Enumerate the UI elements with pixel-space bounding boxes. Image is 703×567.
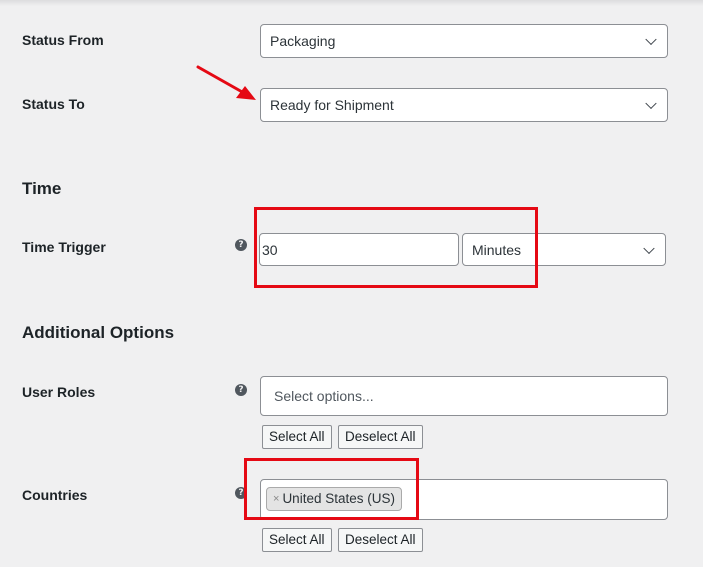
user-roles-deselect-all-button[interactable]: Deselect All	[338, 425, 423, 449]
user-roles-placeholder: Select options...	[274, 388, 374, 404]
help-icon[interactable]: ?	[235, 384, 247, 396]
additional-options-title: Additional Options	[22, 323, 175, 342]
annotation-box-countries	[244, 458, 419, 520]
time-section-title: Time	[22, 179, 62, 198]
countries-select-all-button[interactable]: Select All	[262, 528, 332, 552]
chevron-down-icon	[643, 242, 655, 254]
user-roles-multiselect[interactable]: Select options...	[260, 376, 668, 416]
time-trigger-label: Time Trigger	[22, 239, 106, 255]
help-icon[interactable]: ?	[235, 239, 247, 251]
countries-label: Countries	[22, 487, 88, 503]
countries-deselect-all-button[interactable]: Deselect All	[338, 528, 423, 552]
user-roles-label: User Roles	[22, 384, 96, 400]
annotation-box-time	[254, 207, 538, 288]
user-roles-select-all-button[interactable]: Select All	[262, 425, 332, 449]
